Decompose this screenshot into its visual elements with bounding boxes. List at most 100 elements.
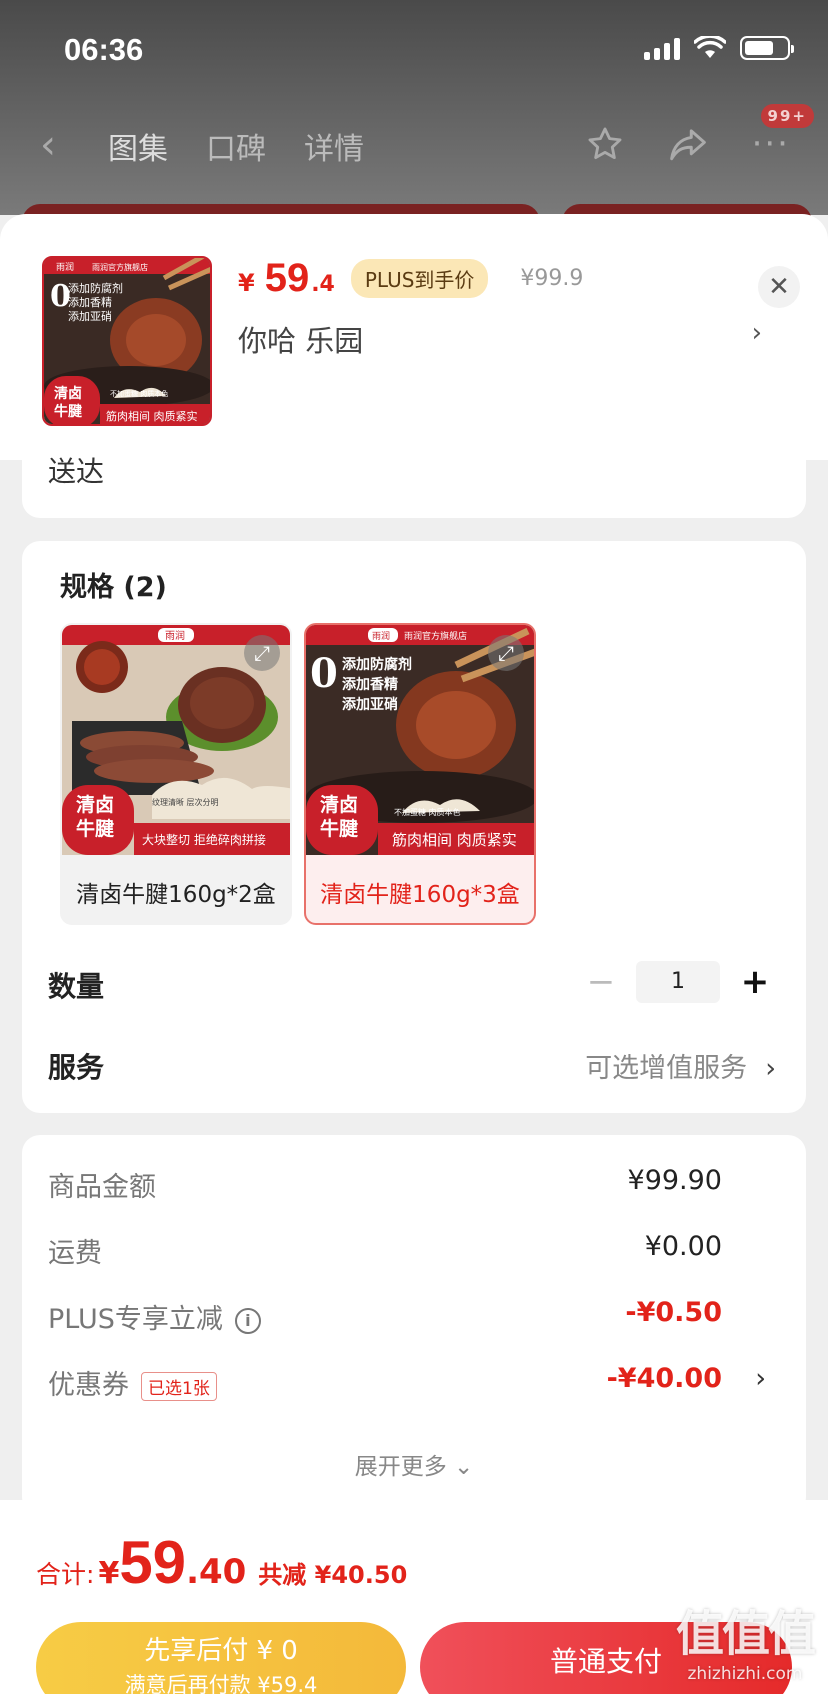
delivery-card: 送达	[22, 440, 806, 518]
svg-text:0: 0	[310, 650, 338, 697]
svg-text:清卤: 清卤	[54, 385, 82, 402]
service-label: 服务	[48, 1051, 105, 1084]
price-line-goods: 商品金额 ¥99.90	[48, 1165, 778, 1205]
svg-text:添加香精: 添加香精	[342, 676, 398, 693]
svg-text:牛腱: 牛腱	[320, 817, 358, 840]
spec-option-image: 雨润 雨润官方旗舰店 0 添加防腐剂 添加香精 添加亚硝 清卤 牛腱 不加蛋糖 …	[306, 625, 534, 855]
tab-details[interactable]: 详情	[304, 124, 364, 168]
watermark-logo: 值值值	[675, 1606, 816, 1662]
svg-text:雨润官方旗舰店: 雨润官方旗舰店	[92, 262, 148, 272]
svg-text:添加防腐剂: 添加防腐剂	[68, 281, 123, 295]
chevron-right-icon: ›	[765, 1053, 776, 1084]
quantity-input[interactable]: 1	[636, 961, 720, 1003]
status-time: 06:36	[64, 32, 144, 67]
svg-text:雨润: 雨润	[165, 629, 185, 642]
total-currency: ¥	[98, 1556, 120, 1591]
price-integer: 59	[264, 256, 310, 300]
plus-price-tag: PLUS到手价	[350, 259, 489, 298]
svg-text:牛腱: 牛腱	[54, 403, 83, 420]
expand-icon[interactable]: ⤢	[244, 635, 280, 671]
quantity-stepper: − 1 +	[586, 961, 770, 1003]
cellular-signal-icon	[644, 36, 680, 60]
svg-text:添加亚硝: 添加亚硝	[342, 696, 398, 713]
expand-more-button[interactable]: 展开更多 ⌄	[22, 1447, 806, 1481]
watermark-site: zhizhizhi.com	[687, 1664, 803, 1684]
tab-gallery[interactable]: 图集	[108, 124, 168, 168]
quantity-label: 数量	[48, 970, 105, 1003]
more-dots-icon[interactable]: ··· 99+	[752, 104, 814, 164]
service-value: 可选增值服务	[585, 1053, 748, 1084]
close-icon[interactable]: ✕	[758, 266, 800, 308]
status-bar: 06:36	[0, 0, 828, 100]
coupon-value: -¥40.00	[606, 1363, 722, 1394]
svg-text:不加蛋糖 肉质本色: 不加蛋糖 肉质本色	[394, 807, 461, 817]
svg-text:不加蛋糖 肉质本色: 不加蛋糖 肉质本色	[110, 389, 168, 398]
goods-amount-label: 商品金额	[48, 1172, 156, 1203]
star-icon[interactable]	[586, 125, 624, 163]
svg-text:添加亚硝: 添加亚硝	[68, 309, 112, 323]
pay-later-button[interactable]: 先享后付 ¥ 0 满意后再付款 ¥59.4	[36, 1622, 406, 1694]
checkout-footer: 合计: ¥ 59 .40 共减 ¥40.50 先享后付 ¥ 0 满意后再付款 ¥…	[0, 1500, 828, 1694]
svg-text:筋肉相间 肉质紧实: 筋肉相间 肉质紧实	[106, 409, 198, 423]
purchase-sheet-header: 雨润 雨润官方旗舰店 0 添加防腐剂 添加香精 添加亚硝 清卤 牛腱 不加蛋糖 …	[0, 214, 828, 460]
svg-text:雨润官方旗舰店: 雨润官方旗舰店	[404, 630, 467, 642]
spec-option-2-boxes[interactable]: 雨润 清卤 牛腱 纹理清晰 层次分明 大块整切 拒绝碎肉拼接 ⤢ 清卤牛腱160…	[60, 623, 292, 925]
delivery-text: 送达	[48, 455, 105, 488]
spec-option-3-boxes[interactable]: 雨润 雨润官方旗舰店 0 添加防腐剂 添加香精 添加亚硝 清卤 牛腱 不加蛋糖 …	[304, 623, 536, 925]
nav-bar: ‹ 图集 口碑 详情 ··· 99+	[0, 104, 828, 180]
svg-text:筋肉相间 肉质紧实: 筋肉相间 肉质紧实	[392, 831, 517, 849]
back-chevron-icon[interactable]: ‹	[40, 122, 56, 168]
info-icon[interactable]: i	[234, 1307, 261, 1334]
increment-button[interactable]: +	[740, 962, 770, 1002]
spec-title: 规格 (2)	[60, 572, 167, 603]
price-line-coupon[interactable]: 优惠券 已选1张 -¥40.00 ›	[48, 1363, 778, 1403]
svg-text:纹理清晰 层次分明: 纹理清晰 层次分明	[152, 797, 219, 807]
price-symbol: ¥	[238, 269, 255, 297]
coupon-label: 优惠券	[48, 1370, 129, 1401]
plus-discount-value: -¥0.50	[625, 1297, 722, 1328]
nav-tabs: 图集 口碑 详情	[108, 124, 364, 168]
battery-icon	[740, 36, 794, 60]
share-icon[interactable]	[668, 126, 708, 162]
wifi-icon	[694, 36, 726, 58]
price-decimal: .4	[311, 272, 335, 297]
total-decimal: .40	[186, 1552, 247, 1592]
svg-text:雨润: 雨润	[372, 630, 390, 642]
svg-text:雨润: 雨润	[56, 261, 74, 273]
expand-icon[interactable]: ⤢	[488, 635, 524, 671]
svg-text:牛腱: 牛腱	[76, 817, 114, 840]
price-line-plus-discount: PLUS专享立减 i -¥0.50	[48, 1297, 778, 1337]
chevron-right-icon: ›	[755, 1363, 766, 1394]
total-label: 合计:	[36, 1560, 95, 1589]
svg-text:添加香精: 添加香精	[68, 295, 112, 309]
price-breakdown-card: 商品金额 ¥99.90 运费 ¥0.00 PLUS专享立减 i -¥0.50 优惠…	[22, 1135, 806, 1515]
total-saved: 共减 ¥40.50	[258, 1561, 408, 1589]
original-price: ¥99.9	[520, 266, 584, 291]
goods-amount-value: ¥99.90	[627, 1165, 722, 1196]
product-thumbnail[interactable]: 雨润 雨润官方旗舰店 0 添加防腐剂 添加香精 添加亚硝 清卤 牛腱 不加蛋糖 …	[42, 256, 212, 426]
decrement-button[interactable]: −	[586, 962, 616, 1002]
spec-option-image: 雨润 清卤 牛腱 纹理清晰 层次分明 大块整切 拒绝碎肉拼接 ⤢	[62, 625, 290, 855]
svg-text:添加防腐剂: 添加防腐剂	[342, 656, 412, 673]
svg-text:大块整切 拒绝碎肉拼接: 大块整切 拒绝碎肉拼接	[142, 832, 266, 847]
plus-discount-label: PLUS专享立减	[48, 1304, 223, 1335]
spec-option-label: 清卤牛腱160g*2盒	[76, 882, 276, 908]
tab-reviews[interactable]: 口碑	[206, 124, 266, 168]
price-row: ¥ 59 .4 PLUS到手价 ¥99.9	[238, 256, 583, 301]
pay-later-line1: 先享后付 ¥ 0	[144, 1636, 298, 1666]
svg-text:清卤: 清卤	[76, 793, 114, 816]
pay-later-line2: 满意后再付款 ¥59.4	[124, 1673, 318, 1694]
shipping-label: 运费	[48, 1238, 102, 1269]
coupon-selected-tag: 已选1张	[141, 1372, 217, 1401]
address-chevron-icon[interactable]: ›	[752, 318, 762, 348]
price-line-shipping: 运费 ¥0.00	[48, 1231, 778, 1271]
delivery-address[interactable]: 你哈 乐园	[238, 318, 363, 360]
total-integer: 59	[119, 1529, 187, 1596]
more-badge: 99+	[760, 104, 814, 128]
total-row: 合计: ¥ 59 .40 共减 ¥40.50	[36, 1528, 407, 1597]
spec-option-label: 清卤牛腱160g*3盒	[320, 882, 520, 908]
svg-text:清卤: 清卤	[320, 793, 358, 816]
service-selector[interactable]: 可选增值服务 ›	[585, 1046, 776, 1085]
status-icons	[644, 36, 794, 60]
shipping-value: ¥0.00	[644, 1231, 722, 1262]
